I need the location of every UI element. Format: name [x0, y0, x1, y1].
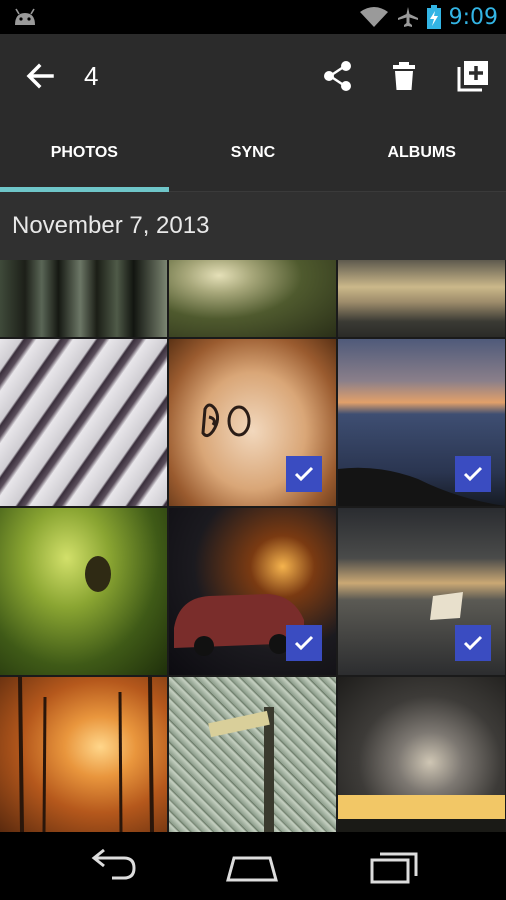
selected-check-icon[interactable]	[286, 625, 322, 661]
share-icon[interactable]	[320, 58, 356, 94]
selected-check-icon[interactable]	[286, 456, 322, 492]
status-bar: 9:09	[0, 0, 506, 34]
airplane-mode-icon	[397, 7, 418, 27]
android-icon	[15, 8, 35, 25]
action-bar: 4	[0, 34, 506, 118]
photo-coffee-cup[interactable]	[169, 339, 336, 506]
back-arrow-icon[interactable]	[24, 60, 56, 92]
back-nav-icon[interactable]	[82, 844, 142, 888]
date-header: November 7, 2013	[0, 192, 506, 260]
add-to-album-icon[interactable]	[455, 58, 491, 94]
navigation-bar	[0, 832, 506, 900]
wifi-icon	[359, 7, 388, 27]
selection-count: 4	[84, 61, 99, 91]
battery-charging-icon	[426, 5, 441, 29]
storm-horizon	[338, 795, 505, 832]
tree-silhouettes	[18, 677, 154, 832]
photo-sunlit-woods[interactable]	[169, 260, 336, 337]
photo-green-face[interactable]	[0, 508, 167, 675]
delete-icon[interactable]	[386, 58, 422, 94]
selected-check-icon[interactable]	[455, 625, 491, 661]
photo-chain-fence[interactable]	[169, 677, 336, 832]
face-silhouette	[85, 556, 111, 592]
tab-sync[interactable]: SYNC	[169, 118, 338, 191]
home-nav-icon[interactable]	[222, 844, 282, 888]
photo-beach-boat[interactable]	[338, 508, 505, 675]
photo-sunset-horizon[interactable]	[338, 339, 505, 506]
photo-blinds-shadows[interactable]	[0, 339, 167, 506]
photo-night-car[interactable]	[169, 508, 336, 675]
recent-apps-icon[interactable]	[364, 844, 424, 888]
tab-bar: PHOTOS SYNC ALBUMS	[0, 118, 506, 192]
photo-grid	[0, 260, 506, 832]
fence-post	[208, 707, 274, 832]
photo-autumn-avenue[interactable]	[0, 677, 167, 832]
photo-storm-clouds[interactable]	[338, 260, 505, 337]
tab-photos[interactable]: PHOTOS	[0, 118, 169, 192]
photo-supercell-storm[interactable]	[338, 677, 505, 832]
clock: 9:09	[448, 4, 498, 30]
selected-check-icon[interactable]	[455, 456, 491, 492]
tab-albums[interactable]: ALBUMS	[337, 118, 506, 191]
photo-forest-trees[interactable]	[0, 260, 167, 337]
